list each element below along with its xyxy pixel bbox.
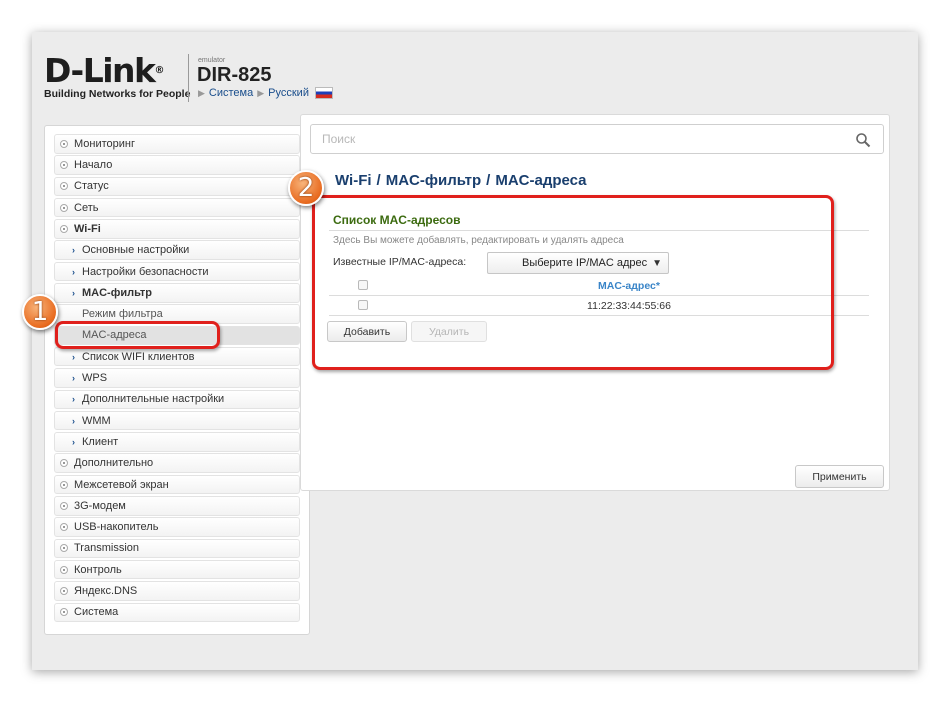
bullet-icon xyxy=(60,523,68,532)
sidebar-item-13[interactable]: › WMM xyxy=(54,410,300,431)
breadcrumb-mac-filter[interactable]: MAC-фильтр xyxy=(386,172,481,189)
apply-button[interactable]: Применить xyxy=(795,465,884,488)
sidebar-item-6[interactable]: › Настройки безопасности xyxy=(54,261,300,282)
sidebar-item-14[interactable]: › Клиент xyxy=(54,432,300,452)
sidebar-item-11[interactable]: › WPS xyxy=(54,368,300,388)
breadcrumb-mac-addresses: MAC-адреса xyxy=(495,172,587,189)
highlight-box-mac-addresses xyxy=(55,321,220,349)
bullet-icon xyxy=(60,182,68,191)
chevron-right-icon: › xyxy=(72,436,75,447)
sidebar-item-3[interactable]: Сеть xyxy=(54,197,300,218)
sidebar-item-label: Wi-Fi xyxy=(74,222,101,235)
sidebar-item-label: Сеть xyxy=(74,201,99,214)
sidebar-item-label: Список WIFI клиентов xyxy=(82,350,195,363)
chevron-right-icon: › xyxy=(72,351,75,362)
bullet-icon xyxy=(60,586,68,595)
step-badge-2: 2 xyxy=(288,170,324,206)
sidebar-item-label: Начало xyxy=(74,159,113,172)
emulator-label: emulator xyxy=(198,57,226,64)
bullet-icon xyxy=(60,224,68,233)
arrow-icon: ▶ xyxy=(198,87,205,98)
sidebar-item-12[interactable]: › Дополнительные настройки xyxy=(54,389,300,410)
sidebar-item-16[interactable]: Межсетевой экран xyxy=(54,474,300,495)
search-box[interactable] xyxy=(310,124,884,154)
logo-text: D-Link xyxy=(44,51,156,90)
sidebar-item-18[interactable]: USB-накопитель xyxy=(54,517,300,537)
bullet-icon xyxy=(60,544,68,553)
sidebar-item-15[interactable]: Дополнительно xyxy=(54,453,300,473)
russian-flag-icon[interactable] xyxy=(314,87,333,99)
bullet-icon xyxy=(60,608,68,617)
system-link[interactable]: Система xyxy=(209,87,253,99)
chevron-right-icon: › xyxy=(72,266,75,277)
search-icon[interactable] xyxy=(855,132,871,148)
sidebar-item-label: USB-накопитель xyxy=(74,521,159,534)
header-divider xyxy=(188,54,189,102)
sidebar-item-label: Основные настройки xyxy=(82,244,190,257)
arrow-icon: ▶ xyxy=(257,87,265,98)
sidebar-item-label: Контроль xyxy=(74,563,122,576)
sidebar-item-22[interactable]: Система xyxy=(54,602,300,623)
sidebar-item-label: Transmission xyxy=(74,542,139,555)
registered-mark: ® xyxy=(154,65,165,76)
chevron-right-icon: › xyxy=(72,394,75,405)
sidebar-item-10[interactable]: › Список WIFI клиентов xyxy=(54,346,300,367)
highlight-box-mac-list xyxy=(312,195,834,370)
sidebar-item-label: Дополнительно xyxy=(74,457,154,470)
sidebar-item-5[interactable]: › Основные настройки xyxy=(54,240,300,260)
bullet-icon xyxy=(60,565,68,574)
sidebar-item-19[interactable]: Transmission xyxy=(54,538,300,559)
bullet-icon xyxy=(60,139,68,148)
bullet-icon xyxy=(60,161,68,170)
search-input[interactable] xyxy=(322,132,842,146)
logo-tagline: Building Networks for People xyxy=(44,88,191,100)
sidebar-item-label: MAC-фильтр xyxy=(82,286,152,299)
breadcrumb-wifi[interactable]: Wi-Fi xyxy=(335,172,372,189)
sidebar-item-label: Дополнительные настройки xyxy=(82,393,225,406)
sidebar-item-label: Яндекс.DNS xyxy=(74,584,138,597)
sidebar-item-label: Мониторинг xyxy=(74,137,136,150)
sidebar-item-1[interactable]: Начало xyxy=(54,155,300,175)
bullet-icon xyxy=(60,480,68,489)
sidebar-item-7[interactable]: › MAC-фильтр xyxy=(54,283,300,303)
step-badge-1: 1 xyxy=(22,294,58,330)
sidebar-item-label: Система xyxy=(74,606,119,619)
language-link[interactable]: Русский xyxy=(268,87,309,99)
sidebar-item-label: WPS xyxy=(82,372,108,385)
chevron-right-icon: › xyxy=(72,373,75,384)
breadcrumb: Wi-Fi / MAC-фильтр / MAC-адреса xyxy=(335,172,587,189)
bullet-icon xyxy=(60,459,68,468)
dlink-logo: D-Link® Building Networks for People xyxy=(44,51,191,101)
sidebar-item-label: 3G-модем xyxy=(74,499,126,512)
sidebar-item-label: Режим фильтра xyxy=(82,308,163,321)
model-name: DIR-825 xyxy=(197,64,272,86)
chevron-right-icon: › xyxy=(72,287,75,298)
sidebar-item-4[interactable]: Wi-Fi xyxy=(54,219,300,239)
sidebar-item-label: Настройки безопасности xyxy=(82,265,209,278)
sidebar-item-17[interactable]: 3G-модем xyxy=(54,496,300,516)
sidebar-item-0[interactable]: Мониторинг xyxy=(54,134,300,154)
sidebar-item-label: WMM xyxy=(82,414,111,427)
chevron-right-icon: › xyxy=(72,245,75,256)
chevron-right-icon: › xyxy=(72,415,75,426)
bullet-icon xyxy=(60,203,68,212)
sidebar-item-21[interactable]: Яндекс.DNS xyxy=(54,581,300,601)
sidebar-item-20[interactable]: Контроль xyxy=(54,559,300,580)
sidebar-item-2[interactable]: Статус xyxy=(54,176,300,197)
sidebar-menu: Мониторинг Начало Статус Сеть Wi-Fi › Основные… xyxy=(44,125,310,635)
sidebar-item-label: Клиент xyxy=(82,435,119,448)
sidebar-item-label: Межсетевой экран xyxy=(74,478,169,491)
sidebar-item-label: Статус xyxy=(74,180,109,193)
bullet-icon xyxy=(60,501,68,510)
header-links: ▶ Система ▶ Русский xyxy=(198,87,333,99)
